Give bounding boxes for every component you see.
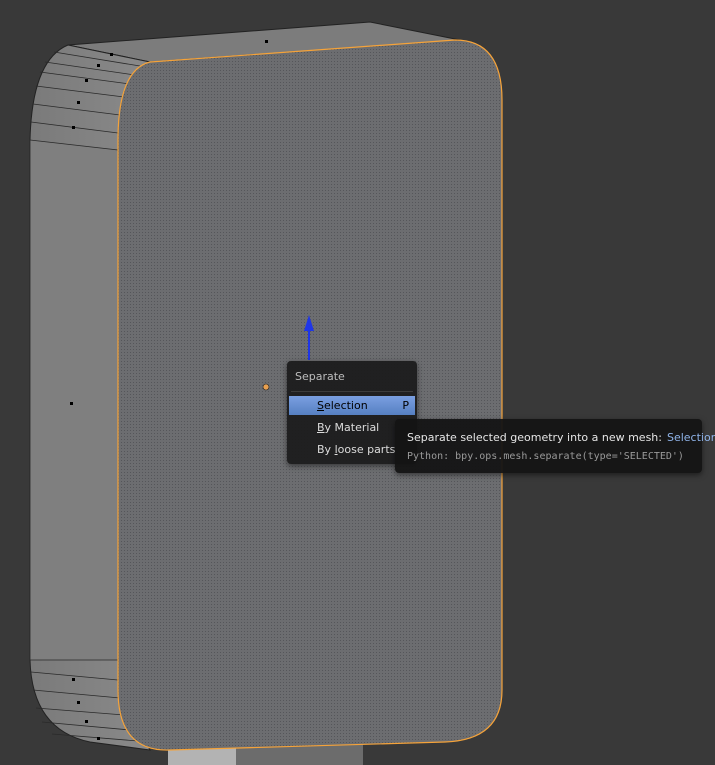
tooltip-highlight: Selection xyxy=(666,431,715,444)
menu-item-label: By Material xyxy=(317,421,380,434)
menu-item-selection[interactable]: Selection P xyxy=(289,396,415,415)
mesh-side-strip xyxy=(29,139,119,661)
menu-title: Separate xyxy=(295,370,345,383)
object-origin-icon xyxy=(262,383,270,391)
tooltip-description: Separate selected geometry into a new me… xyxy=(407,431,715,444)
menu-item-label: By loose parts xyxy=(317,443,396,456)
menu-item-shortcut: P xyxy=(402,399,409,412)
menu-divider xyxy=(291,391,413,392)
operator-tooltip: Separate selected geometry into a new me… xyxy=(395,419,715,473)
menu-item-label: Selection xyxy=(317,399,368,412)
tooltip-python: Python: bpy.ops.mesh.separate(type='SELE… xyxy=(407,451,684,462)
